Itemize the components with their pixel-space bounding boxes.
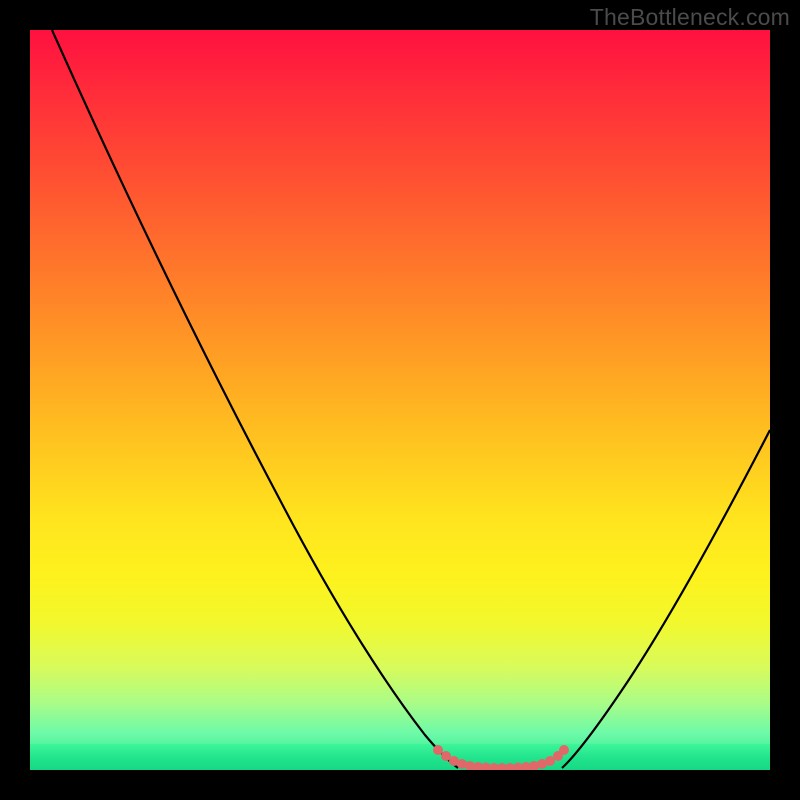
dot-marker: [559, 745, 569, 755]
curves-svg: [30, 30, 770, 770]
dot-marker: [433, 745, 443, 755]
chart-frame: TheBottleneck.com: [0, 0, 800, 800]
right-curve: [562, 430, 770, 768]
plot-area: [30, 30, 770, 770]
bottom-dotted-group: [433, 745, 569, 770]
left-curve: [52, 30, 458, 768]
watermark-text: TheBottleneck.com: [590, 4, 790, 31]
